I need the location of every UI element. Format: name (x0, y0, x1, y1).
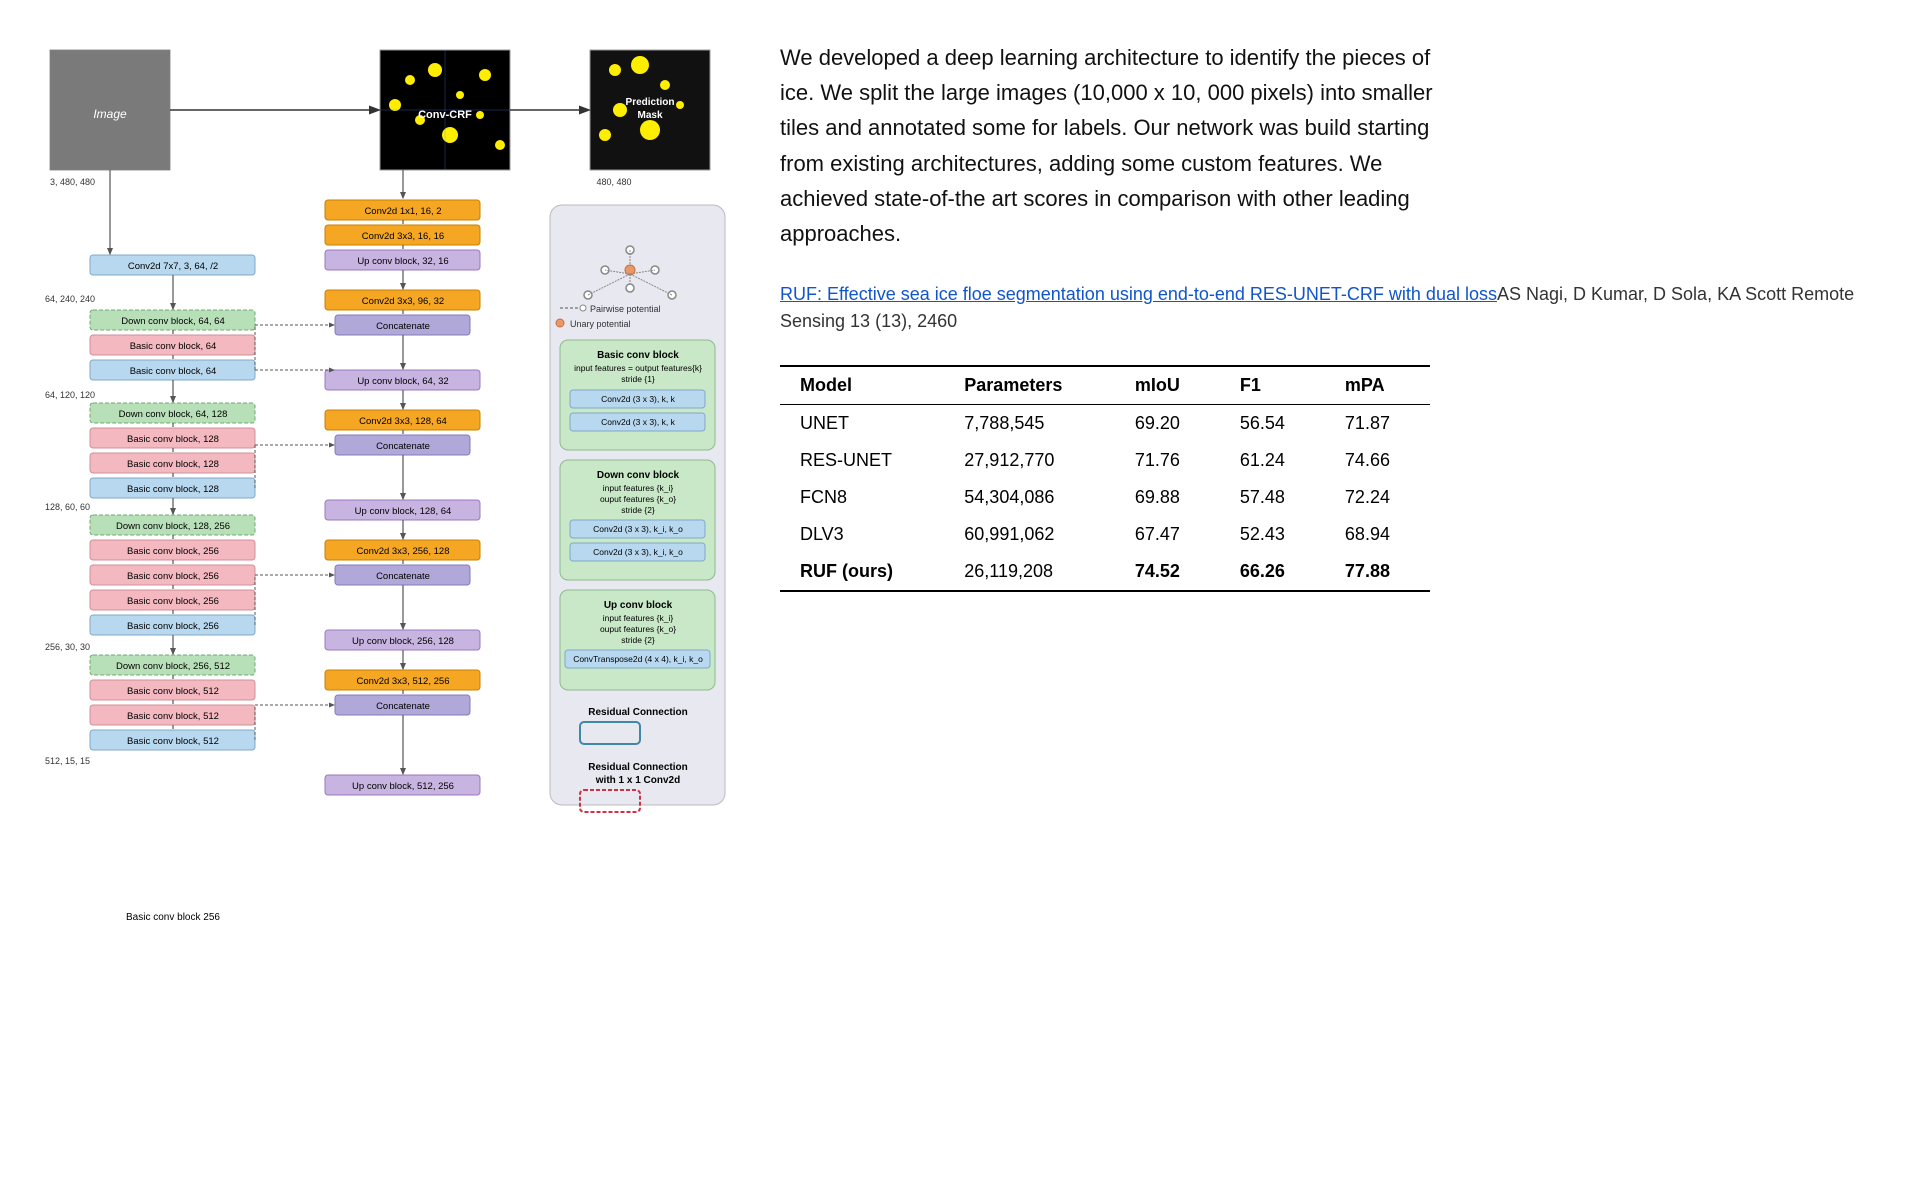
svg-text:with 1 x 1 Conv2d: with 1 x 1 Conv2d (595, 775, 680, 786)
svg-text:Conv2d 7x7, 3, 64, /2: Conv2d 7x7, 3, 64, /2 (128, 261, 218, 272)
svg-text:Down conv block: Down conv block (597, 470, 680, 481)
svg-text:Down conv block, 128, 256: Down conv block, 128, 256 (116, 521, 230, 532)
svg-text:128, 60, 60: 128, 60, 60 (45, 502, 90, 512)
table-row: RES-UNET27,912,77071.7661.2474.66 (780, 442, 1430, 479)
svg-text:Basic conv block 256: Basic conv block 256 (126, 912, 220, 923)
network-svg: Image 3, 480, 480 Conv-CRF Prediction Ma… (40, 40, 730, 1120)
citation-block: RUF: Effective sea ice floe segmentation… (780, 281, 1870, 335)
svg-text:64, 240, 240: 64, 240, 240 (45, 294, 95, 304)
table-row: DLV360,991,06267.4752.4368.94 (780, 516, 1430, 553)
right-panel: We developed a deep learning architectur… (740, 20, 1910, 1180)
svg-text:Conv2d (3 x 3), k_i, k_o: Conv2d (3 x 3), k_i, k_o (593, 547, 683, 557)
svg-text:Basic conv block, 128: Basic conv block, 128 (127, 459, 219, 470)
citation-link[interactable]: RUF: Effective sea ice floe segmentation… (780, 284, 1497, 304)
svg-text:Conv2d 3x3, 96, 32: Conv2d 3x3, 96, 32 (362, 296, 444, 307)
architecture-diagram: Image 3, 480, 480 Conv-CRF Prediction Ma… (20, 20, 740, 1180)
col-header-f1: F1 (1220, 366, 1325, 405)
svg-text:256, 30, 30: 256, 30, 30 (45, 642, 90, 652)
svg-text:Up conv block: Up conv block (604, 600, 673, 611)
svg-text:Down conv block, 64, 128: Down conv block, 64, 128 (119, 409, 228, 420)
svg-text:stride {2}: stride {2} (621, 505, 655, 515)
svg-text:Pairwise potential: Pairwise potential (590, 304, 661, 314)
svg-text:Conv2d (3 x 3), k, k: Conv2d (3 x 3), k, k (601, 417, 675, 427)
svg-text:3, 480, 480: 3, 480, 480 (50, 177, 95, 187)
svg-text:Conv2d (3 x 3), k_i, k_o: Conv2d (3 x 3), k_i, k_o (593, 524, 683, 534)
svg-text:480, 480: 480, 480 (596, 177, 631, 187)
svg-text:Concatenate: Concatenate (376, 571, 430, 582)
svg-text:ConvTranspose2d (4 x 4), k_i,: ConvTranspose2d (4 x 4), k_i, k_o (573, 654, 703, 664)
svg-text:Basic conv block, 256: Basic conv block, 256 (127, 546, 219, 557)
col-header-model: Model (780, 366, 944, 405)
svg-text:Basic conv block: Basic conv block (597, 350, 679, 361)
svg-text:512, 15, 15: 512, 15, 15 (45, 756, 90, 766)
svg-text:Image: Image (93, 107, 127, 121)
description-text: We developed a deep learning architectur… (780, 40, 1460, 251)
svg-text:Residual Connection: Residual Connection (588, 762, 687, 773)
svg-text:Basic conv block, 512: Basic conv block, 512 (127, 686, 219, 697)
table-row: UNET7,788,54569.2056.5471.87 (780, 405, 1430, 443)
svg-text:stride {2}: stride {2} (621, 635, 655, 645)
svg-text:input features = output featur: input features = output features{k} (574, 363, 702, 373)
svg-text:Conv2d 3x3, 16, 16: Conv2d 3x3, 16, 16 (362, 231, 444, 242)
svg-text:Basic conv block, 512: Basic conv block, 512 (127, 736, 219, 747)
svg-text:Concatenate: Concatenate (376, 701, 430, 712)
svg-text:Up conv block, 256, 128: Up conv block, 256, 128 (352, 636, 454, 647)
svg-text:Up conv block, 32, 16: Up conv block, 32, 16 (357, 256, 448, 267)
col-header-miou: mIoU (1115, 366, 1220, 405)
svg-text:Down conv block, 64, 64: Down conv block, 64, 64 (121, 316, 225, 327)
svg-text:Conv2d (3 x 3), k, k: Conv2d (3 x 3), k, k (601, 394, 675, 404)
svg-text:Unary potential: Unary potential (570, 319, 631, 329)
svg-text:Concatenate: Concatenate (376, 321, 430, 332)
svg-text:Prediction: Prediction (626, 97, 675, 108)
svg-text:Basic conv block, 256: Basic conv block, 256 (127, 596, 219, 607)
col-header-mpa: mPA (1325, 366, 1430, 405)
svg-text:64, 120, 120: 64, 120, 120 (45, 390, 95, 400)
svg-text:input features {k_i}: input features {k_i} (603, 483, 674, 493)
svg-text:Basic conv block, 128: Basic conv block, 128 (127, 434, 219, 445)
results-table: Model Parameters mIoU F1 mPA UNET7,788,5… (780, 365, 1430, 592)
svg-text:Up conv block, 512, 256: Up conv block, 512, 256 (352, 781, 454, 792)
svg-text:ouput features {k_o}: ouput features {k_o} (600, 624, 676, 634)
svg-text:Conv2d 3x3, 128, 64: Conv2d 3x3, 128, 64 (359, 416, 447, 427)
svg-text:Up conv block, 128, 64: Up conv block, 128, 64 (355, 506, 452, 517)
svg-text:Mask: Mask (637, 110, 662, 121)
svg-text:Basic conv block, 64: Basic conv block, 64 (130, 366, 217, 377)
svg-text:Basic conv block, 256: Basic conv block, 256 (127, 621, 219, 632)
svg-text:Up conv block, 64, 32: Up conv block, 64, 32 (357, 376, 448, 387)
svg-text:ouput features {k_o}: ouput features {k_o} (600, 494, 676, 504)
svg-text:Residual Connection: Residual Connection (588, 707, 687, 718)
svg-text:Basic conv block, 256: Basic conv block, 256 (127, 571, 219, 582)
col-header-params: Parameters (944, 366, 1115, 405)
svg-text:Basic conv block, 512: Basic conv block, 512 (127, 711, 219, 722)
svg-text:Concatenate: Concatenate (376, 441, 430, 452)
svg-text:Conv2d 1x1, 16, 2: Conv2d 1x1, 16, 2 (364, 206, 441, 217)
svg-text:stride {1}: stride {1} (621, 374, 655, 384)
svg-text:Down conv block, 256, 512: Down conv block, 256, 512 (116, 661, 230, 672)
svg-text:Conv-CRF: Conv-CRF (418, 109, 472, 121)
svg-text:Basic conv block, 128: Basic conv block, 128 (127, 484, 219, 495)
svg-text:input features {k_i}: input features {k_i} (603, 613, 674, 623)
svg-text:Basic conv block, 64: Basic conv block, 64 (130, 341, 217, 352)
svg-text:Conv2d 3x3, 512, 256: Conv2d 3x3, 512, 256 (357, 676, 450, 687)
table-row: RUF (ours)26,119,20874.5266.2677.88 (780, 553, 1430, 591)
table-row: FCN854,304,08669.8857.4872.24 (780, 479, 1430, 516)
svg-text:Conv2d 3x3, 256, 128: Conv2d 3x3, 256, 128 (357, 546, 450, 557)
